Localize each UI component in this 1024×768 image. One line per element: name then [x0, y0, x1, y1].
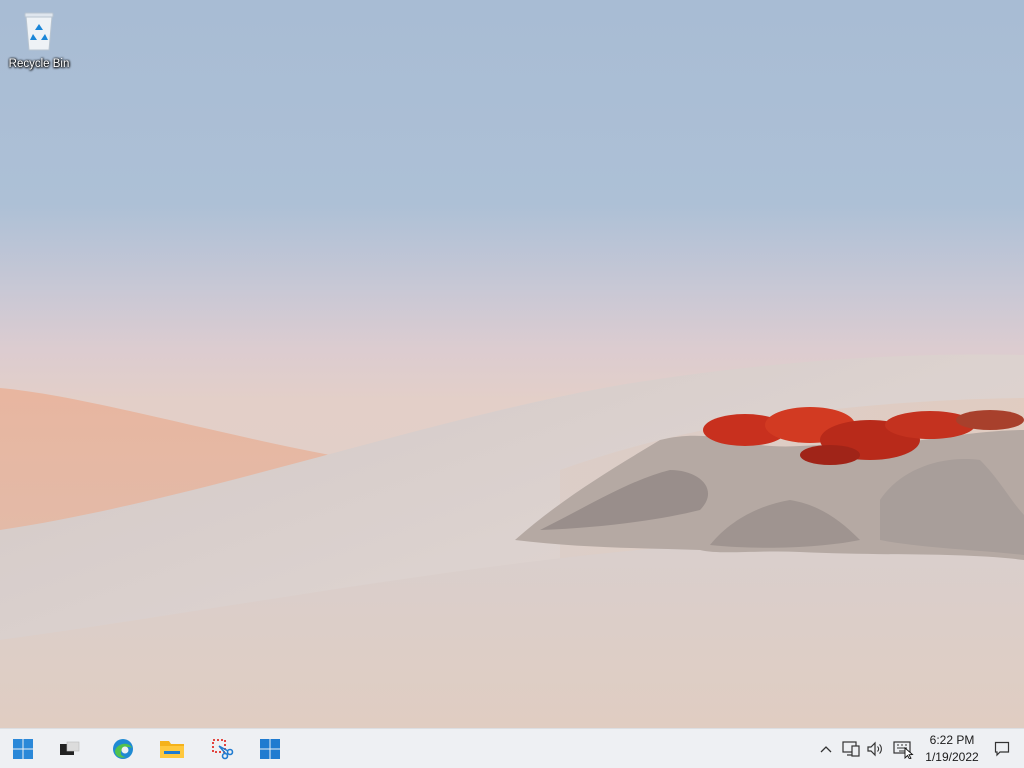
file-explorer-button[interactable]: [156, 733, 188, 765]
snipping-tool-icon: [212, 739, 234, 760]
notification-center-button[interactable]: [990, 729, 1014, 768]
desktop-icon-recycle-bin[interactable]: Recycle Bin: [4, 8, 74, 78]
input-indicator-button[interactable]: [891, 729, 917, 768]
chevron-up-icon: [820, 746, 832, 753]
wallpaper-dunes: [0, 354, 1024, 728]
clock-date: 1/19/2022: [925, 750, 979, 764]
desktop-icon-label: Recycle Bin: [8, 58, 70, 70]
edge-button[interactable]: [107, 733, 139, 765]
desktop-wallpaper: [0, 0, 1024, 728]
clock-time: 6:22 PM: [929, 733, 975, 747]
keyboard-icon: [893, 741, 914, 759]
clock-button[interactable]: 6:22 PM 1/19/2022: [918, 731, 986, 767]
taskbar: 6:22 PM 1/19/2022: [0, 728, 1024, 768]
snipping-tool-button[interactable]: [206, 733, 238, 765]
show-hidden-icons-button[interactable]: [816, 729, 836, 768]
edge-icon: [113, 739, 133, 759]
notification-icon: [994, 741, 1010, 757]
recycle-bin-icon: [21, 10, 57, 52]
start-button[interactable]: [7, 733, 39, 765]
task-view-button[interactable]: [53, 733, 85, 765]
store-icon: [260, 739, 280, 759]
network-icon: [842, 741, 860, 757]
network-tray-button[interactable]: [840, 729, 862, 768]
folder-icon: [160, 741, 184, 758]
windows-start-icon: [13, 739, 33, 759]
task-view-icon: [60, 741, 80, 755]
volume-tray-button[interactable]: [864, 729, 886, 768]
volume-icon: [867, 741, 882, 757]
microsoft-store-button[interactable]: [254, 733, 286, 765]
